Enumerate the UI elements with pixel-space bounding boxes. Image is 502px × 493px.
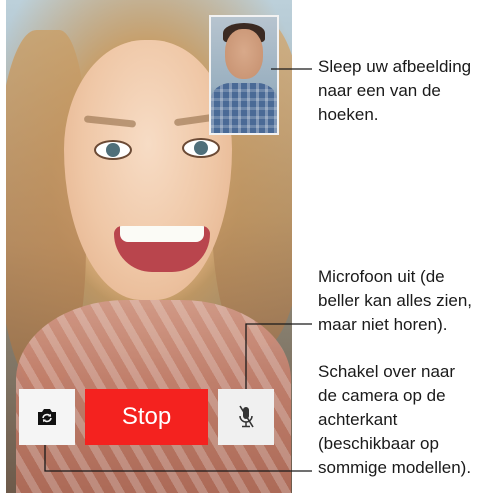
annotation-line: Sleep uw afbeelding bbox=[318, 57, 472, 76]
flip-camera-button[interactable] bbox=[19, 389, 75, 445]
self-view-face bbox=[225, 29, 263, 79]
annotation-line: sommige modellen). bbox=[318, 458, 472, 477]
mute-button[interactable] bbox=[218, 389, 274, 445]
self-view-thumbnail[interactable] bbox=[209, 15, 279, 135]
self-view-shirt bbox=[211, 83, 277, 133]
microphone-muted-icon bbox=[237, 405, 255, 429]
annotation-line: beller kan alles zien, bbox=[318, 291, 473, 310]
caller-video-eye bbox=[182, 138, 220, 158]
caller-video-eye bbox=[94, 140, 132, 160]
annotation-line: de camera op de bbox=[318, 386, 446, 405]
annotation-line: achterkant bbox=[318, 410, 398, 429]
page: Stop Sleep uw afbeelding naar een van de… bbox=[0, 0, 502, 493]
annotation-line: naar een van de bbox=[318, 81, 441, 100]
annotation-flip-camera: Schakel over naar de camera op de achter… bbox=[318, 360, 471, 480]
annotation-line: Microfoon uit (de bbox=[318, 267, 445, 286]
annotation-line: (beschikbaar op bbox=[318, 434, 439, 453]
stop-call-button[interactable]: Stop bbox=[85, 389, 208, 445]
annotation-line: maar niet horen). bbox=[318, 315, 448, 334]
annotation-drag-thumbnail: Sleep uw afbeelding naar een van de hoek… bbox=[318, 55, 471, 127]
annotation-line: Schakel over naar bbox=[318, 362, 456, 381]
camera-flip-icon bbox=[36, 408, 58, 426]
annotation-mute: Microfoon uit (de beller kan alles zien,… bbox=[318, 265, 472, 337]
annotation-line: hoeken. bbox=[318, 105, 379, 124]
